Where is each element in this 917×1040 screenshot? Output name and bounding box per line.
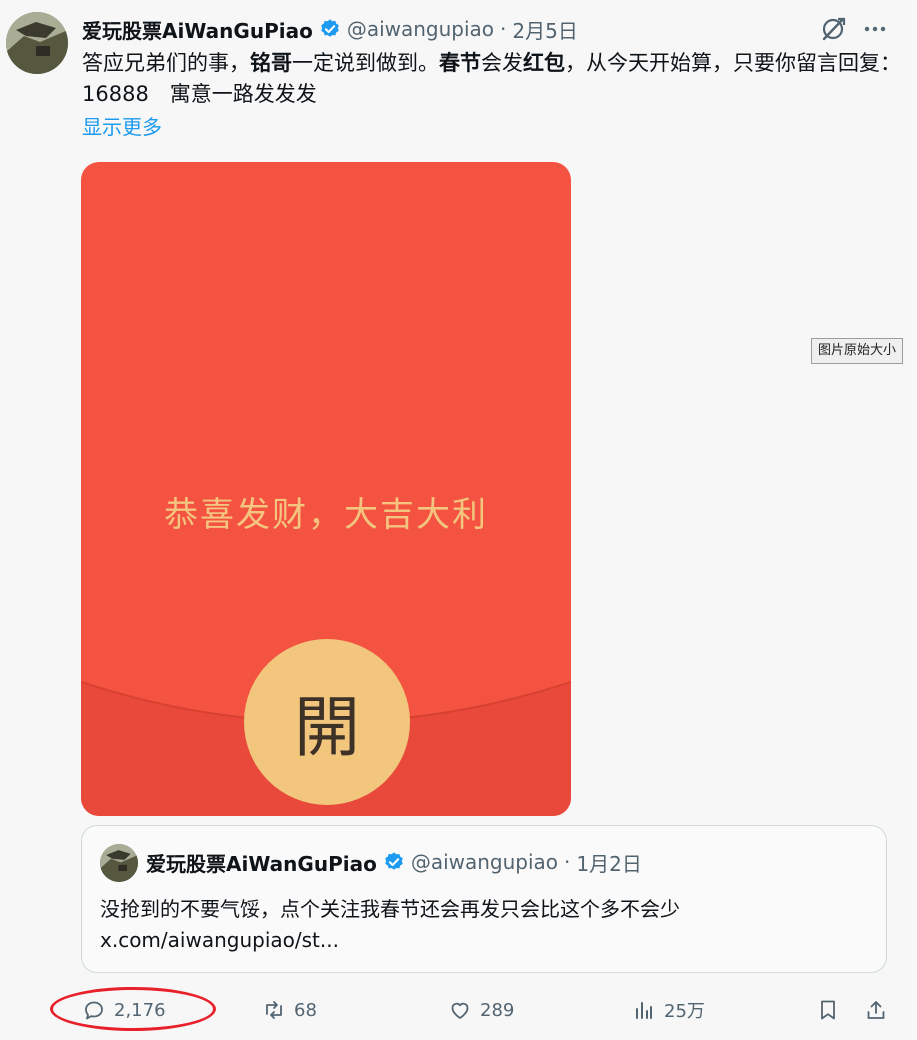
separator-dot: · — [564, 850, 571, 874]
separator-dot: · — [500, 17, 507, 41]
image-size-tooltip: 图片原始大小 — [811, 338, 904, 364]
views-button[interactable]: 25万 — [632, 995, 705, 1025]
quoted-post-text: 没抢到的不要气馁，点个关注我春节还会再发只会比这个多不会少 x.com/aiwa… — [100, 894, 860, 956]
author-avatar[interactable] — [6, 12, 68, 74]
author-name[interactable]: 爱玩股票AiWanGuPiao — [82, 15, 313, 44]
reply-count-highlight — [50, 987, 216, 1031]
quoted-text-line: 没抢到的不要气馁，点个关注我春节还会再发只会比这个多不会少 — [100, 897, 680, 921]
open-envelope-button[interactable]: 開 — [244, 639, 410, 805]
like-count: 289 — [480, 999, 515, 1021]
post-image[interactable]: 恭喜发财，大吉大利 開 — [81, 162, 571, 816]
quoted-post[interactable]: 爱玩股票AiWanGuPiao @aiwangupiao · 1月2日 没抢到的… — [81, 825, 887, 973]
quoted-author-avatar[interactable] — [100, 844, 138, 882]
grok-icon[interactable] — [818, 14, 848, 44]
retweet-button[interactable]: 68 — [262, 995, 317, 1025]
quoted-author-name: 爱玩股票AiWanGuPiao — [146, 851, 377, 876]
text-part: 一定说到做到。 — [292, 51, 439, 75]
views-count: 25万 — [664, 1001, 705, 1022]
share-button[interactable] — [864, 995, 896, 1025]
avatar-image — [100, 844, 138, 882]
bookmark-icon — [821, 1000, 835, 1020]
quoted-author-handle: @aiwangupiao — [410, 850, 559, 874]
envelope-greeting: 恭喜发财，大吉大利 — [164, 495, 488, 535]
views-icon — [636, 1002, 652, 1019]
quoted-link[interactable]: x.com/aiwangupiao/st... — [100, 925, 860, 956]
show-more-link[interactable]: 显示更多 — [82, 111, 162, 140]
post-text: 答应兄弟们的事，铭哥一定说到做到。春节会发红包，从今天开始算，只要你留言回复：1… — [82, 48, 902, 110]
more-icon[interactable] — [860, 14, 890, 44]
quoted-post-header: 爱玩股票AiWanGuPiao @aiwangupiao · 1月2日 — [146, 846, 642, 878]
text-part-bold: 铭哥 — [250, 51, 292, 75]
like-icon — [451, 1002, 469, 1019]
like-button[interactable]: 289 — [448, 995, 514, 1025]
verified-badge-icon — [385, 852, 403, 870]
retweet-count: 68 — [294, 999, 317, 1021]
text-part-bold: 春节 — [439, 51, 481, 75]
text-part: 会发 — [481, 51, 523, 75]
post-header: 爱玩股票AiWanGuPiao @aiwangupiao · 2月5日 — [82, 14, 578, 44]
share-icon — [867, 1001, 885, 1019]
post-date[interactable]: 2月5日 — [512, 15, 577, 44]
quoted-post-date: 1月2日 — [576, 851, 642, 876]
verified-badge-icon — [321, 19, 339, 37]
retweet-icon — [266, 1001, 282, 1019]
text-part-bold: 红包 — [523, 51, 565, 75]
text-part: 答应兄弟们的事， — [82, 51, 250, 75]
avatar-image — [6, 12, 68, 74]
author-handle[interactable]: @aiwangupiao — [347, 17, 494, 41]
bookmark-button[interactable] — [816, 995, 848, 1025]
